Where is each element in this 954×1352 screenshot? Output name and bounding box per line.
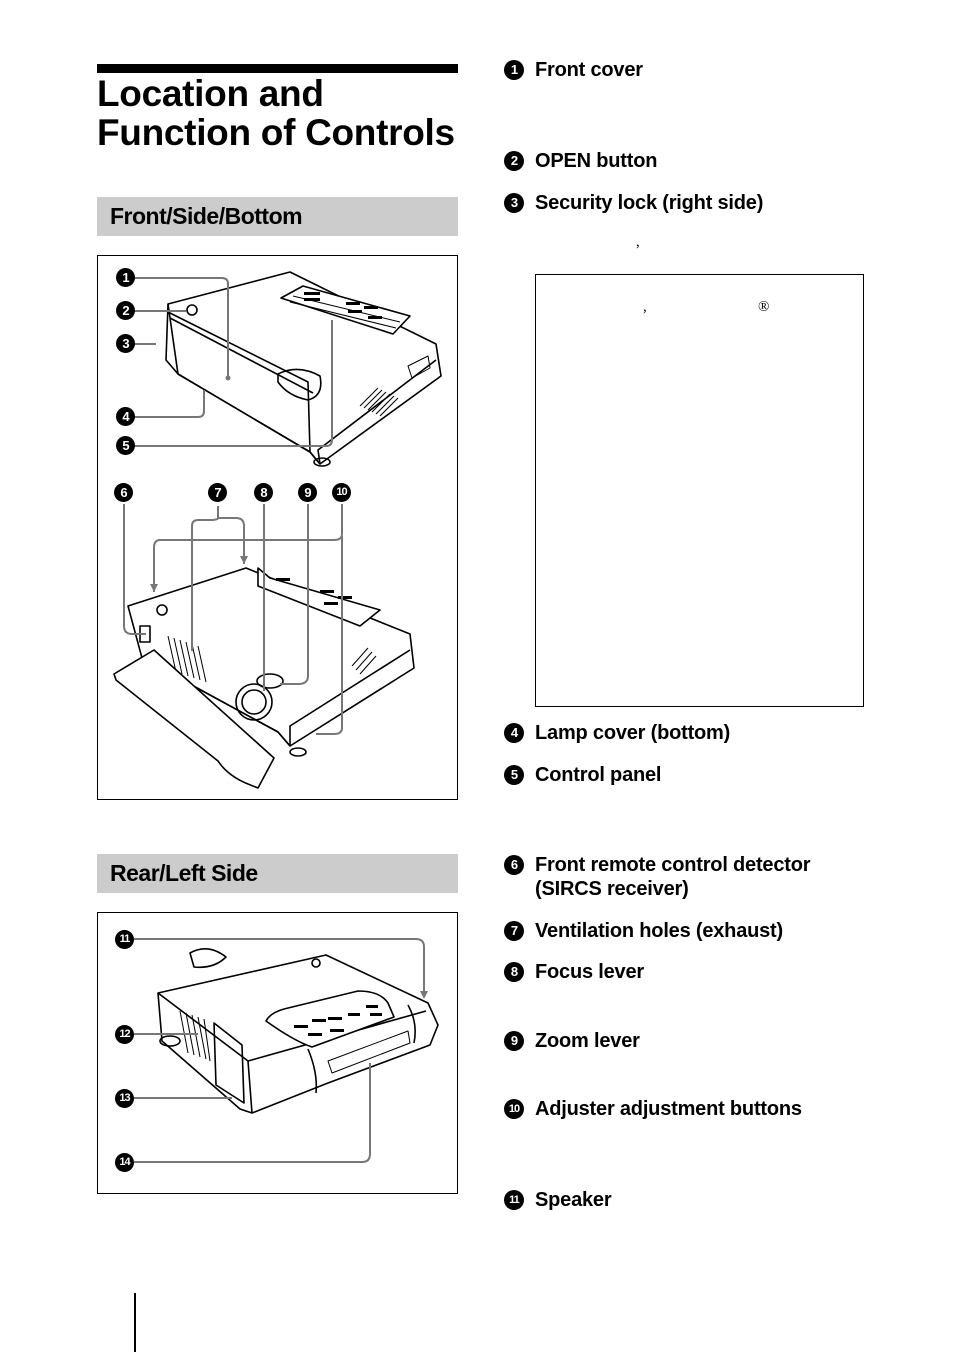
callout-badge: 12 [115, 1025, 134, 1044]
section-heading-front: Front/Side/Bottom [97, 197, 458, 236]
callout-badge: 6 [114, 483, 133, 502]
item-label: Control panel [535, 764, 662, 786]
item-label: OPEN button [535, 150, 658, 172]
item-label: Speaker [535, 1189, 612, 1211]
stray-comma: , [636, 234, 640, 250]
section-heading-rear: Rear/Left Side [97, 854, 458, 893]
item-number-badge: 5 [504, 765, 524, 785]
item-number-badge: 3 [504, 193, 524, 213]
callout-badge: 9 [298, 483, 317, 502]
item-number-badge: 1 [504, 60, 524, 80]
callout-badge: 5 [116, 436, 135, 455]
page-margin-rule [134, 1293, 136, 1352]
page-title-line2: Function of Controls [97, 112, 455, 153]
note-comma: , [643, 299, 647, 315]
projector-rear-illustration [134, 938, 439, 1163]
item-label: Ventilation holes (exhaust) [535, 920, 783, 942]
figure-front-side-bottom: 1 2 3 4 5 6 7 8 9 10 [97, 255, 458, 800]
callout-badge: 14 [115, 1153, 134, 1172]
page-title-line1: Location and [97, 73, 324, 114]
note-box: , ® [535, 274, 864, 707]
callout-badge: 8 [254, 483, 273, 502]
item-number-badge: 11 [504, 1190, 524, 1210]
item-number-badge: 4 [504, 723, 524, 743]
section-heading-text: Rear/Left Side [110, 860, 258, 886]
callout-badge: 3 [116, 334, 135, 353]
projector-front-illustration [113, 271, 442, 789]
callout-badge: 13 [115, 1089, 134, 1108]
item-number-badge: 7 [504, 921, 524, 941]
title-rule [97, 64, 458, 73]
item-number-badge: 6 [504, 855, 524, 875]
figure-rear-left-side: 11 12 13 14 [97, 912, 458, 1194]
item-label: Lamp cover (bottom) [535, 722, 731, 744]
registered-mark: ® [758, 299, 770, 315]
item-label: Adjuster adjustment buttons [535, 1098, 802, 1120]
callout-badge: 10 [332, 483, 351, 502]
item-label-continued: (SIRCS receiver) [535, 878, 689, 900]
callout-badge: 4 [116, 407, 135, 426]
section-heading-text: Front/Side/Bottom [110, 203, 303, 229]
item-label: Focus lever [535, 961, 644, 983]
item-number-badge: 8 [504, 962, 524, 982]
item-label: Zoom lever [535, 1030, 640, 1052]
item-number-badge: 9 [504, 1031, 524, 1051]
page-title: Location and Function of Controls [97, 74, 477, 152]
callout-badge: 11 [115, 930, 134, 949]
callout-badge: 2 [116, 301, 135, 320]
callout-badge: 7 [208, 483, 227, 502]
item-label: Front cover [535, 59, 643, 81]
callout-badge: 1 [116, 268, 135, 287]
item-number-badge: 2 [504, 151, 524, 171]
item-label: Front remote control detector [535, 854, 811, 876]
item-label: Security lock (right side) [535, 192, 764, 214]
item-number-badge: 10 [504, 1099, 524, 1119]
